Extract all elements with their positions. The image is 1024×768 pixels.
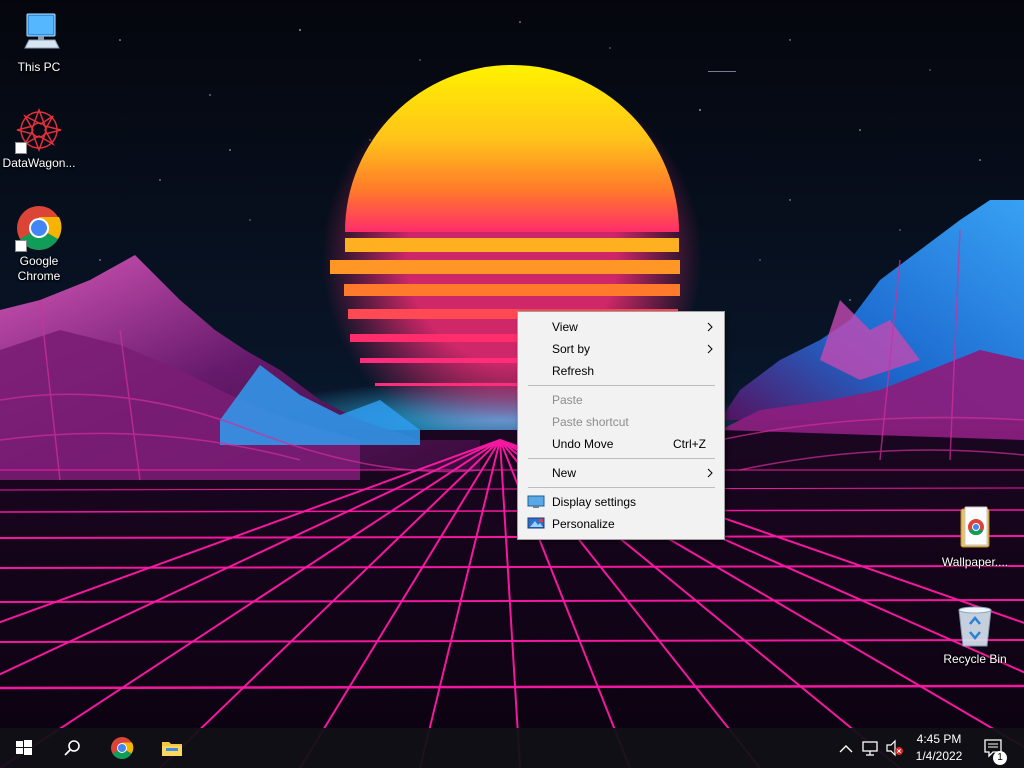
- menu-item-label: Undo Move: [552, 437, 614, 451]
- datawagon-app-icon: [15, 106, 63, 154]
- menu-item-label: New: [552, 466, 577, 480]
- menu-item-refresh[interactable]: Refresh: [518, 360, 724, 382]
- menu-item-label: View: [552, 320, 578, 334]
- desktop-icon-label: Wallpaper....: [941, 555, 1009, 569]
- menu-item-sort-by[interactable]: Sort by: [518, 338, 724, 360]
- network-icon: [862, 741, 878, 756]
- taskbar-chrome-button[interactable]: [98, 728, 146, 768]
- computer-icon: [15, 10, 63, 58]
- chevron-up-icon: [839, 745, 853, 753]
- start-icon: [16, 740, 32, 755]
- display-settings-icon: [527, 495, 545, 508]
- menu-item-label: Sort by: [552, 342, 591, 356]
- chevron-right-icon: [707, 468, 713, 478]
- menu-item-label: Personalize: [552, 517, 615, 531]
- shortcut-arrow-icon: [15, 142, 27, 154]
- desktop-icon-label: DataWagon...: [2, 156, 76, 170]
- desktop[interactable]: This PC DataWagon... Google Chrome Wallp…: [0, 0, 1024, 768]
- menu-item-view[interactable]: View: [518, 316, 724, 338]
- chevron-right-icon: [707, 322, 713, 332]
- desktop-context-menu: View Sort by Refresh Paste Paste shortcu…: [517, 311, 725, 540]
- menu-separator: [528, 487, 715, 488]
- menu-item-label: Paste shortcut: [552, 415, 629, 429]
- taskbar-clock[interactable]: 4:45 PM 1/4/2022: [906, 731, 972, 765]
- menu-item-paste-shortcut: Paste shortcut: [518, 411, 724, 433]
- desktop-icon-datawagon[interactable]: DataWagon...: [0, 106, 78, 171]
- start-button[interactable]: [0, 728, 48, 768]
- volume-tray-button[interactable]: [884, 728, 906, 768]
- desktop-icon-this-pc[interactable]: This PC: [0, 10, 78, 75]
- desktop-icon-wallpaper-file[interactable]: Wallpaper....: [936, 505, 1014, 570]
- menu-item-label: Display settings: [552, 495, 637, 509]
- desktop-icon-label: This PC: [17, 60, 61, 74]
- taskbar-file-explorer-button[interactable]: [148, 728, 196, 768]
- network-tray-button[interactable]: [860, 728, 882, 768]
- recycle-bin-icon: [951, 602, 999, 650]
- shortcut-arrow-icon: [15, 240, 27, 252]
- desktop-icon-recycle-bin[interactable]: Recycle Bin: [936, 602, 1014, 667]
- clock-time: 4:45 PM: [916, 732, 962, 746]
- menu-item-paste: Paste: [518, 389, 724, 411]
- chevron-right-icon: [707, 344, 713, 354]
- clock-date: 1/4/2022: [915, 749, 963, 763]
- menu-item-undo-move[interactable]: Undo Move Ctrl+Z: [518, 433, 724, 455]
- synthwave-wallpaper: [0, 0, 1024, 768]
- folder-chrome-file-icon: [951, 505, 999, 553]
- chrome-icon: [15, 204, 63, 252]
- volume-muted-icon: [886, 739, 903, 757]
- desktop-icon-label: Recycle Bin: [943, 652, 1007, 666]
- menu-item-personalize[interactable]: Personalize: [518, 513, 724, 535]
- taskbar: 4:45 PM 1/4/2022: [0, 728, 1024, 768]
- desktop-icon-google-chrome[interactable]: Google Chrome: [0, 204, 78, 284]
- menu-item-label: Paste: [552, 393, 583, 407]
- menu-separator: [528, 385, 715, 386]
- personalize-icon: [527, 517, 545, 529]
- menu-item-new[interactable]: New: [518, 462, 724, 484]
- menu-item-display-settings[interactable]: Display settings: [518, 491, 724, 513]
- file-explorer-icon: [162, 742, 182, 756]
- menu-item-label: Refresh: [552, 364, 595, 378]
- chrome-icon: [111, 737, 134, 759]
- show-hidden-icons-button[interactable]: [836, 728, 856, 768]
- menu-separator: [528, 458, 715, 459]
- notification-count-badge: 1: [993, 751, 1007, 765]
- menu-item-accelerator: Ctrl+Z: [673, 437, 706, 451]
- search-button[interactable]: [48, 728, 96, 768]
- search-icon: [64, 740, 80, 756]
- desktop-icon-label: Google Chrome: [17, 254, 61, 283]
